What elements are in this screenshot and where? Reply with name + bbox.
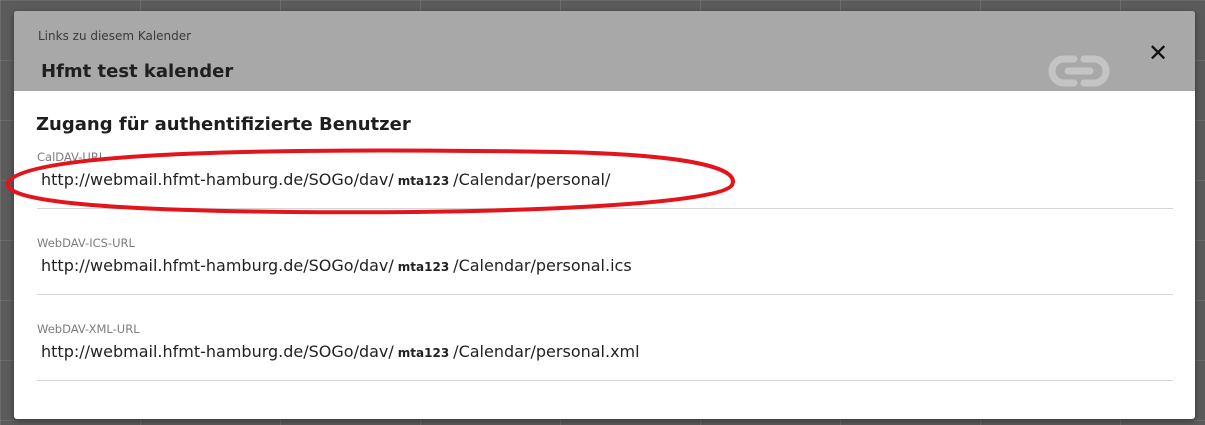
section-heading: Zugang für authentifizierte Benutzer <box>36 114 411 135</box>
url-username: mta123 <box>397 174 450 188</box>
url-suffix: /Calendar/personal.xml <box>453 342 640 361</box>
url-username: mta123 <box>397 346 450 360</box>
url-prefix: http://webmail.hfmt-hamburg.de/SOGo/dav/ <box>41 342 394 361</box>
calendar-links-dialog: Links zu diesem Kalender Hfmt test kalen… <box>14 11 1195 419</box>
dialog-header: Links zu diesem Kalender Hfmt test kalen… <box>14 11 1195 91</box>
url-prefix: http://webmail.hfmt-hamburg.de/SOGo/dav/ <box>41 256 394 275</box>
url-username: mta123 <box>397 260 450 274</box>
url-row-ics: WebDAV-ICS-URL http://webmail.hfmt-hambu… <box>37 236 1173 295</box>
url-label: CalDAV-URL <box>37 150 106 164</box>
close-button[interactable]: ✕ <box>1142 37 1174 69</box>
dialog-title: Hfmt test kalender <box>41 61 234 82</box>
url-row-xml: WebDAV-XML-URL http://webmail.hfmt-hambu… <box>37 322 1173 381</box>
link-icon <box>1048 55 1110 87</box>
close-icon: ✕ <box>1147 39 1169 67</box>
url-suffix: /Calendar/personal.ics <box>453 256 632 275</box>
ics-url[interactable]: http://webmail.hfmt-hamburg.de/SOGo/dav/… <box>41 256 632 275</box>
url-label: WebDAV-XML-URL <box>37 322 140 336</box>
url-label: WebDAV-ICS-URL <box>37 236 135 250</box>
dialog-subtitle: Links zu diesem Kalender <box>38 29 192 43</box>
url-suffix: /Calendar/personal/ <box>453 170 611 189</box>
url-prefix: http://webmail.hfmt-hamburg.de/SOGo/dav/ <box>41 170 394 189</box>
caldav-url[interactable]: http://webmail.hfmt-hamburg.de/SOGo/dav/… <box>41 170 610 189</box>
url-row-caldav: CalDAV-URL http://webmail.hfmt-hamburg.d… <box>37 150 1173 209</box>
xml-url[interactable]: http://webmail.hfmt-hamburg.de/SOGo/dav/… <box>41 342 640 361</box>
